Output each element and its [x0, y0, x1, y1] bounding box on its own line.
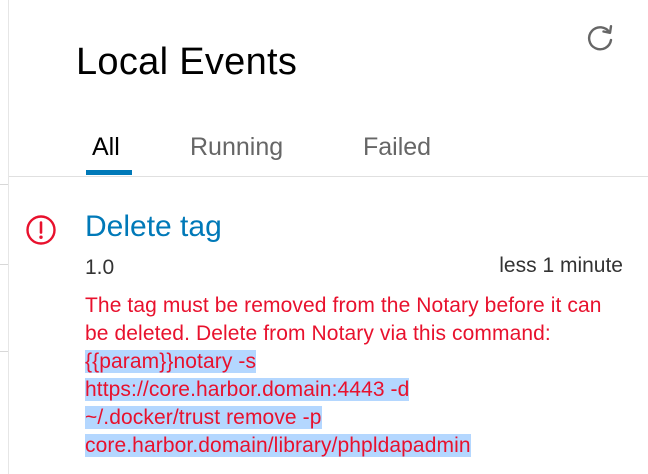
event-error-message: The tag must be removed from the Notary …	[85, 292, 625, 460]
event-title-link[interactable]: Delete tag	[85, 208, 222, 246]
refresh-icon	[587, 24, 613, 51]
selected-command-line: https://core.harbor.domain:4443 -d	[85, 378, 410, 401]
event-tabs: All Running Failed	[9, 120, 648, 177]
events-panel: Local Events All Running Failed Delete t…	[9, 0, 648, 474]
error-circle-icon	[26, 215, 56, 245]
rail-divider	[0, 184, 8, 185]
refresh-button[interactable]	[584, 20, 618, 54]
rail-divider	[0, 351, 8, 352]
message-prefix: The tag must be removed from the Notary …	[85, 294, 602, 345]
selected-command-line: core.harbor.domain/library/phpldapadmin	[85, 434, 471, 457]
tab-failed[interactable]: Failed	[363, 130, 431, 164]
left-rail	[0, 0, 9, 474]
page-title: Local Events	[76, 41, 298, 83]
active-tab-indicator	[86, 170, 132, 175]
rail-divider	[0, 264, 8, 265]
tab-all[interactable]: All	[92, 130, 120, 164]
selected-command-line: ~/.docker/trust remove -p	[85, 406, 322, 429]
event-version: 1.0	[85, 256, 115, 279]
event-time: less 1 minute	[499, 254, 623, 277]
selected-command-line: {{param}}notary -s	[85, 350, 257, 373]
tab-running[interactable]: Running	[190, 130, 283, 164]
